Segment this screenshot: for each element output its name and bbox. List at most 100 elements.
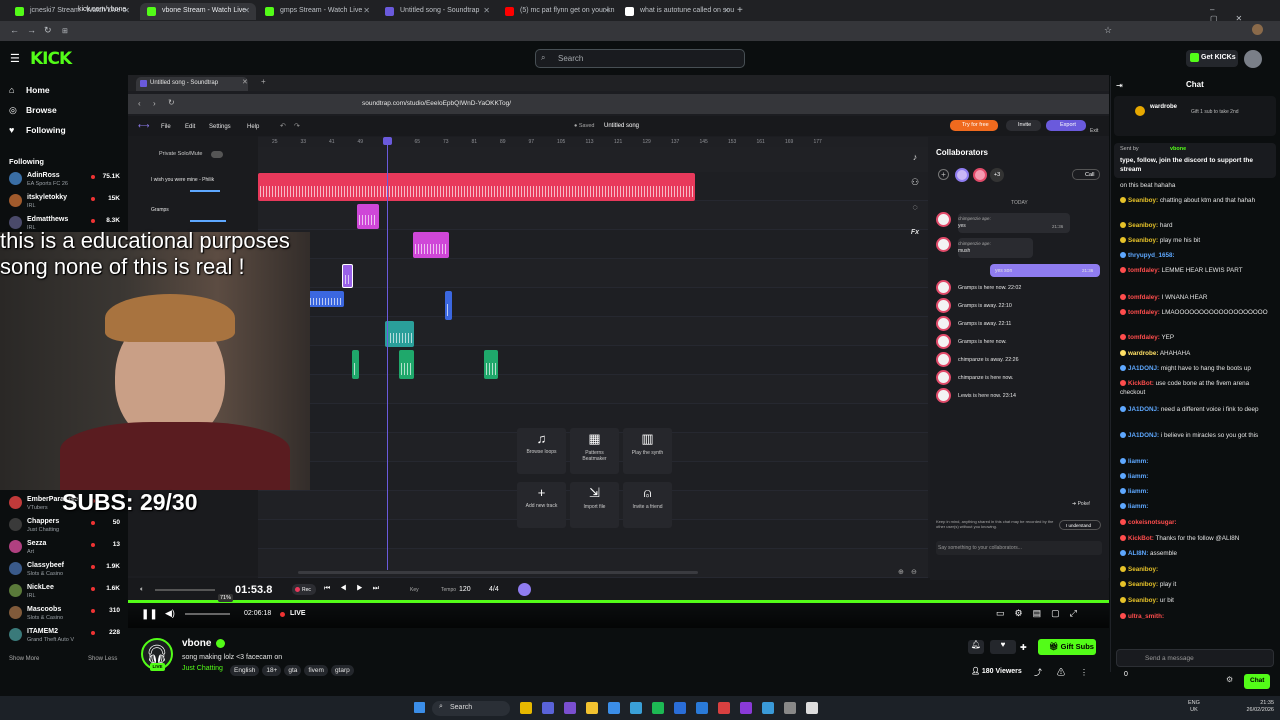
chat-username[interactable]: KickBot: [1128, 535, 1154, 542]
close-tab-icon[interactable]: ✕ [242, 78, 248, 86]
track-lane[interactable] [258, 375, 928, 404]
taskbar-app-icon[interactable] [762, 702, 774, 714]
soundtrap-tab-title[interactable]: Untitled song - Soundtrap [150, 80, 218, 86]
track-lane[interactable] [258, 317, 928, 346]
chat-username[interactable]: thryupyd_1658: [1128, 252, 1175, 259]
track-volume-slider[interactable] [190, 190, 220, 192]
zoom-in-icon[interactable]: ⊕ [898, 568, 904, 576]
taskbar-app-icon[interactable] [542, 702, 554, 714]
menu-edit[interactable]: Edit [185, 124, 195, 130]
taskbar-app-icon[interactable] [740, 702, 752, 714]
channel-item[interactable]: Sezza Art 13 [9, 540, 122, 562]
action-music-note[interactable]: ♫ Browse loops [517, 428, 566, 474]
channel-item[interactable]: itskyletokky IRL 15K [9, 194, 122, 216]
poke-button[interactable]: ➜ Poke! [1072, 501, 1090, 507]
track-lane[interactable] [258, 259, 928, 288]
chat-username[interactable]: Seaniboy: [1128, 581, 1158, 588]
audio-clip[interactable] [385, 321, 414, 347]
chat-username[interactable]: tomfdaley: [1128, 267, 1160, 274]
menu-icon[interactable]: ☰ [10, 52, 20, 65]
track-name-2[interactable]: Gramps [151, 207, 169, 213]
forward-icon[interactable]: › [153, 99, 156, 108]
understand-button[interactable]: I understand [1059, 520, 1101, 530]
chat-icon[interactable]: ◌ [909, 195, 921, 220]
chat-input[interactable]: Send a message [1116, 649, 1274, 667]
start-icon[interactable] [414, 702, 425, 713]
chat-username[interactable]: tomfdaley: [1128, 309, 1160, 316]
language-indicator[interactable]: ENG UK [1188, 700, 1200, 714]
track-lane[interactable] [258, 288, 928, 317]
collapse-chat-icon[interactable]: ⇥ [1116, 81, 1123, 90]
audio-clip[interactable] [352, 350, 359, 379]
action-plus[interactable]: + Add new track [517, 482, 566, 528]
export-button[interactable]: Export [1046, 120, 1086, 131]
soundtrap-address[interactable]: soundtrap.com/studio/EeeloEpbQIWnD-YaOKK… [362, 100, 511, 107]
follow-heart-icon[interactable]: ♥ [990, 640, 1016, 654]
streamer-name[interactable]: vbone [182, 638, 211, 649]
chat-username[interactable]: ultra_smith: [1128, 613, 1164, 620]
audio-clip[interactable] [308, 291, 344, 307]
channel-item[interactable]: ITAMEM2 Grand Theft Auto V 228 [9, 628, 122, 650]
volume-icon[interactable]: ◀︎) [165, 608, 175, 619]
song-title[interactable]: Untitled song [604, 123, 639, 129]
gift-icon[interactable]: ✚ [1020, 643, 1027, 652]
chat-username[interactable]: Seaniboy: [1128, 597, 1158, 604]
stream-tag[interactable]: fivem [304, 665, 328, 676]
chat-username[interactable]: Seaniboy: [1128, 197, 1158, 204]
chat-settings-icon[interactable]: ⚙ [1226, 675, 1233, 684]
playhead[interactable] [387, 140, 388, 570]
channel-item[interactable]: NickLee IRL 1.6K [9, 584, 122, 606]
taskbar-app-icon[interactable] [630, 702, 642, 714]
stream-tag[interactable]: gta [284, 665, 302, 676]
nav-item-following[interactable]: Following [26, 125, 66, 135]
send-chat-button[interactable]: Chat [1244, 674, 1270, 689]
soundtrap-logo[interactable]: ⟷ [138, 121, 149, 130]
taskbar-app-icon[interactable] [674, 702, 686, 714]
chat-username[interactable]: liamm: [1128, 488, 1148, 495]
chat-username[interactable]: liamm: [1128, 503, 1148, 510]
reload-icon[interactable]: ↻ [168, 98, 175, 107]
music-note-icon[interactable]: ♪ [909, 145, 921, 170]
browser-tab[interactable]: what is autotune called on sou ✕ [618, 3, 736, 20]
close-tab-icon[interactable]: ✕ [483, 6, 490, 15]
chat-username[interactable]: KickBot: [1128, 380, 1154, 387]
back-icon[interactable]: ← [10, 25, 19, 35]
close-tab-icon[interactable]: ✕ [723, 6, 730, 15]
volume-slider[interactable] [185, 613, 230, 615]
taskbar-app-icon[interactable] [586, 702, 598, 714]
taskbar-app-icon[interactable] [784, 702, 796, 714]
taskbar-app-icon[interactable] [608, 702, 620, 714]
stream-tag[interactable]: English [230, 665, 260, 676]
player-right-controls[interactable]: ▭⚙▤▢⤢ [996, 608, 1087, 619]
action-import[interactable]: ⇲ Import file [570, 482, 619, 528]
private-solo-toggle[interactable] [211, 151, 223, 158]
redo-icon[interactable]: ↷ [294, 122, 300, 130]
share-report-icons[interactable]: ⤴⚠⋮ [1034, 667, 1103, 678]
reload-icon[interactable]: ↻ [44, 25, 52, 36]
track-lane[interactable] [258, 230, 928, 259]
chat-username[interactable]: JA1DONJ: [1128, 432, 1159, 439]
master-volume-icon[interactable]: 🔈︎ [140, 586, 144, 594]
track-volume-slider[interactable] [190, 220, 226, 222]
collab-avatar[interactable] [955, 168, 969, 182]
track-name-1[interactable]: I wish you were mine - Philik [151, 177, 214, 183]
menu-settings[interactable]: Settings [209, 124, 231, 130]
collab-count[interactable]: +3 [990, 168, 1004, 182]
close-tab-icon[interactable]: ✕ [363, 6, 370, 15]
invite-button[interactable]: Invite [1006, 120, 1041, 131]
stream-tag[interactable]: gtarp [330, 665, 354, 676]
chat-username[interactable]: Seaniboy: [1128, 566, 1158, 573]
taskbar-app-icon[interactable] [520, 702, 532, 714]
browser-tab[interactable]: gmps Stream - Watch Live ✕ [258, 3, 376, 20]
audio-clip-selected[interactable] [342, 264, 353, 288]
chat-username[interactable]: Seaniboy: [1128, 222, 1158, 229]
taskbar-app-icon[interactable] [696, 702, 708, 714]
master-volume-slider[interactable] [155, 589, 215, 591]
taskbar-app-icon[interactable] [652, 702, 664, 714]
site-info-icon[interactable]: ⊞ [62, 27, 68, 35]
audio-clip[interactable] [484, 350, 498, 379]
nav-item-home[interactable]: Home [26, 85, 50, 95]
gift-subs-button[interactable]: 🎁︎ Gift Subs [1038, 639, 1096, 655]
channel-item[interactable]: AdinRoss EA Sports FC 26 75.1K [9, 172, 122, 194]
channel-item[interactable]: Mascoobs Slots & Casino 310 [9, 606, 122, 628]
